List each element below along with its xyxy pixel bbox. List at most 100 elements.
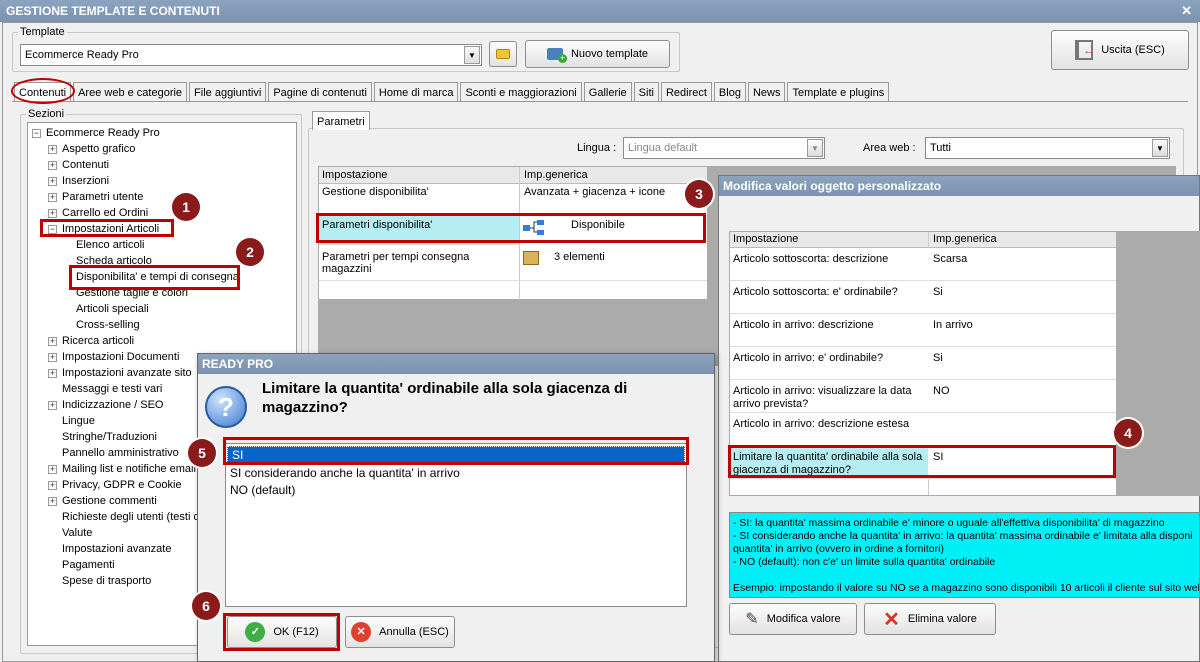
tree-item[interactable]: + Inserzioni bbox=[48, 173, 109, 189]
expand-icon[interactable]: + bbox=[48, 464, 57, 474]
chevron-down-icon[interactable]: ▼ bbox=[464, 46, 480, 64]
custom-row-value bbox=[930, 416, 936, 420]
tab-sconti-e-maggiorazioni[interactable]: Sconti e maggiorazioni bbox=[460, 82, 582, 102]
tree-item[interactable]: + Ricerca articoli bbox=[48, 333, 134, 349]
tree-item[interactable]: Cross-selling bbox=[76, 317, 140, 333]
tab-parametri[interactable]: Parametri bbox=[312, 111, 370, 130]
chevron-down-icon[interactable]: ▼ bbox=[1152, 139, 1168, 157]
tree-item[interactable]: Valute bbox=[48, 525, 92, 541]
tree-item[interactable]: Lingue bbox=[48, 413, 95, 429]
new-template-button[interactable]: + Nuovo template bbox=[525, 40, 670, 68]
custom-row-value: NO bbox=[933, 385, 950, 397]
tree-item-label: Pannello amministrativo bbox=[62, 447, 179, 459]
tree-item[interactable]: − Impostazioni Articoli bbox=[48, 221, 159, 237]
tree-item[interactable]: + Privacy, GDPR e Cookie bbox=[48, 477, 182, 493]
params-row-value: 3 elementi bbox=[554, 251, 605, 263]
tree-item[interactable]: Articoli speciali bbox=[76, 301, 149, 317]
help-line: - SI: la quantita' massima ordinabile e'… bbox=[733, 517, 1165, 529]
area-select[interactable]: Tutti ▼ bbox=[925, 137, 1170, 159]
tree-item-label: Gestione taglie e colori bbox=[76, 287, 188, 299]
tree-item[interactable]: + Mailing list e notifiche email bbox=[48, 461, 196, 477]
area-label: Area web : bbox=[863, 142, 916, 154]
window-title: GESTIONE TEMPLATE E CONTENUTI bbox=[0, 0, 1200, 22]
tab-file-aggiuntivi[interactable]: File aggiuntivi bbox=[189, 82, 267, 102]
expand-icon[interactable]: + bbox=[48, 144, 57, 154]
expand-icon[interactable]: + bbox=[48, 192, 57, 202]
expand-icon[interactable]: + bbox=[48, 336, 57, 346]
tree-item[interactable]: Pagamenti bbox=[48, 557, 115, 573]
tree-item-label: Ecommerce Ready Pro bbox=[46, 127, 160, 139]
dialog-title: READY PRO bbox=[198, 354, 714, 374]
expand-icon[interactable]: + bbox=[48, 208, 57, 218]
help-line: - NO (default): non c'e' un limite sulla… bbox=[733, 556, 996, 568]
tree-item-label: Parametri utente bbox=[62, 191, 144, 203]
tree-item[interactable]: Elenco articoli bbox=[76, 237, 144, 253]
expand-icon[interactable]: + bbox=[48, 496, 57, 506]
tree-item[interactable]: Disponibilita' e tempi di consegna bbox=[76, 269, 239, 285]
tree-item[interactable]: + Aspetto grafico bbox=[48, 141, 135, 157]
tree-item[interactable]: Spese di trasporto bbox=[48, 573, 151, 589]
tree-root[interactable]: − Ecommerce Ready Pro bbox=[32, 125, 160, 141]
template-select[interactable]: Ecommerce Ready Pro ▼ bbox=[20, 44, 482, 66]
tab-pagine-di-contenuti[interactable]: Pagine di contenuti bbox=[268, 82, 372, 102]
edit-value-button[interactable]: ✎ Modifica valore bbox=[729, 603, 857, 635]
tab-siti[interactable]: Siti bbox=[633, 82, 659, 102]
tree-item[interactable]: Messaggi e testi vari bbox=[48, 381, 162, 397]
tree-item[interactable]: + Gestione commenti bbox=[48, 493, 157, 509]
tab-gallerie[interactable]: Gallerie bbox=[583, 82, 632, 102]
close-icon[interactable]: ✕ bbox=[1181, 3, 1192, 19]
collapse-icon[interactable]: − bbox=[48, 224, 57, 234]
collapse-icon[interactable]: − bbox=[32, 128, 41, 138]
template-select-value: Ecommerce Ready Pro bbox=[25, 49, 139, 61]
lingua-select[interactable]: Lingua default ▼ bbox=[623, 137, 825, 159]
expand-icon[interactable]: + bbox=[48, 352, 57, 362]
tree-item[interactable]: Pannello amministrativo bbox=[48, 445, 179, 461]
exit-button[interactable]: ← Uscita (ESC) bbox=[1051, 30, 1189, 70]
tree-item[interactable]: Richieste degli utenti (testi d bbox=[48, 509, 200, 525]
expand-icon[interactable]: + bbox=[48, 368, 57, 378]
tab-aree-web-e-categorie[interactable]: Aree web e categorie bbox=[73, 82, 188, 102]
expand-icon[interactable]: + bbox=[48, 400, 57, 410]
option-item[interactable]: SI considerando anche la quantita' in ar… bbox=[226, 465, 686, 482]
tree-item-label: Impostazioni avanzate bbox=[62, 543, 172, 555]
delete-value-button[interactable]: ✕ Elimina valore bbox=[864, 603, 996, 635]
tree-item-label: Elenco articoli bbox=[76, 239, 145, 251]
tree-item[interactable]: + Carrello ed Ordini bbox=[48, 205, 148, 221]
new-template-label: Nuovo template bbox=[570, 48, 649, 60]
expand-icon[interactable]: + bbox=[48, 176, 57, 186]
custom-row-value: Si bbox=[933, 286, 943, 298]
tab-redirect[interactable]: Redirect bbox=[660, 82, 712, 102]
tab-news[interactable]: News bbox=[747, 82, 786, 102]
custom-row-value: Scarsa bbox=[933, 253, 968, 265]
custom-row-name: Articolo in arrivo: e' ordinabile? bbox=[733, 352, 884, 364]
tree-item[interactable]: Scheda articolo bbox=[76, 253, 152, 269]
custom-row-name: Articolo in arrivo: descrizione bbox=[733, 319, 874, 331]
template-folder-button[interactable] bbox=[489, 41, 517, 67]
tree-item[interactable]: + Contenuti bbox=[48, 157, 109, 173]
tab-home-di-marca[interactable]: Home di marca bbox=[373, 82, 459, 102]
tab-blog[interactable]: Blog bbox=[713, 82, 746, 102]
tree-item[interactable]: + Parametri utente bbox=[48, 189, 143, 205]
cancel-button[interactable]: ✕ Annulla (ESC) bbox=[345, 616, 455, 648]
main-tabs: Contenuti Aree web e categorie File aggiun… bbox=[14, 82, 891, 102]
tree-item-label: Valute bbox=[62, 527, 93, 539]
option-item[interactable]: SI bbox=[227, 446, 685, 463]
tree-item[interactable]: + Impostazioni avanzate sito bbox=[48, 365, 192, 381]
tree-item[interactable]: Gestione taglie e colori bbox=[76, 285, 188, 301]
tab-template-e-plugins[interactable]: Template e plugins bbox=[787, 82, 890, 102]
expand-icon[interactable]: + bbox=[48, 480, 57, 490]
chevron-down-icon[interactable]: ▼ bbox=[807, 139, 823, 157]
ok-button[interactable]: ✓ OK (F12) bbox=[227, 616, 337, 648]
tree-item[interactable]: Stringhe/Traduzioni bbox=[48, 429, 157, 445]
params-row-name: Gestione disponibilita' bbox=[322, 186, 429, 198]
expand-icon[interactable]: + bbox=[48, 160, 57, 170]
tree-item[interactable]: + Indicizzazione / SEO bbox=[48, 397, 164, 413]
tree-item[interactable]: + Impostazioni Documenti bbox=[48, 349, 179, 365]
help-line bbox=[733, 569, 1196, 582]
params-row-name: Parametri per tempi consegna magazzini bbox=[322, 251, 470, 275]
exit-icon: ← bbox=[1075, 40, 1094, 60]
tree-item[interactable]: Impostazioni avanzate bbox=[48, 541, 171, 557]
option-item[interactable]: NO (default) bbox=[226, 482, 686, 499]
contenuti-ellipse bbox=[11, 78, 75, 104]
callout-5: 5 bbox=[188, 439, 216, 467]
